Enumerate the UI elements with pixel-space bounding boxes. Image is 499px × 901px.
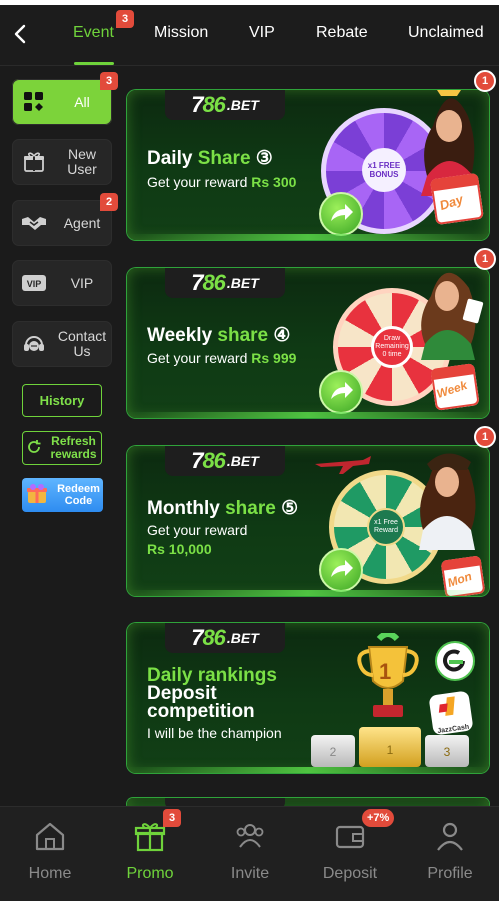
active-tab-indicator <box>74 62 114 65</box>
home-icon <box>35 822 65 851</box>
tab-unclaimed[interactable]: Unclaimed <box>408 24 484 42</box>
vip-card-icon: VIP <box>20 270 48 296</box>
redeem-code-button[interactable]: Redeem Code <box>22 478 103 512</box>
banner-badge: 1 <box>474 426 496 448</box>
sidebar-item-label: Contact Us <box>57 328 107 359</box>
daily-share-banner[interactable]: 786 .BET Daily Share ③ Get your reward Rs… <box>127 90 489 240</box>
nav-label: Home <box>28 865 72 882</box>
nav-promo-badge: 3 <box>163 809 181 827</box>
brand-logo: 786 .BET <box>165 268 285 298</box>
jazzcash-logo: JazzCash <box>428 690 474 736</box>
banner-title: Monthly share ⑤ <box>147 498 299 519</box>
banner-badge: 1 <box>474 70 496 92</box>
banner-badge: 1 <box>474 248 496 270</box>
wheel-center: Draw Remaining 0 time <box>371 326 413 368</box>
brand-logo: 786 .BET <box>165 623 285 653</box>
weekly-share-banner[interactable]: 786 .BET Weekly share ④ Get your reward R… <box>127 268 489 418</box>
user-icon <box>437 822 463 851</box>
bottom-nav-bar: Home Promo 3 Invite Deposit +7% Profile <box>0 806 499 901</box>
brand-logo: 786 .BET <box>165 90 285 120</box>
trophy-rank-label: 1 <box>379 659 392 684</box>
grid-icon <box>20 89 48 115</box>
tab-vip[interactable]: VIP <box>249 24 275 42</box>
back-icon[interactable] <box>10 22 32 46</box>
nav-promo[interactable]: Promo <box>100 807 200 901</box>
brand-logo: 786 .BET <box>165 446 285 476</box>
sidebar-agent-badge: 2 <box>100 193 118 211</box>
nav-label: Profile <box>427 865 473 882</box>
handshake-icon <box>20 210 48 236</box>
banner-title-line3: competition <box>147 701 255 722</box>
calendar-icon: Week <box>430 363 480 411</box>
nav-deposit-badge: +7% <box>362 809 395 827</box>
banner-glow <box>127 767 489 773</box>
nav-invite[interactable]: Invite <box>200 807 300 901</box>
nav-label: Deposit <box>322 865 378 882</box>
sidebar-item-label: New User <box>67 146 97 177</box>
podium-third: 3 <box>425 735 469 767</box>
redeem-gift-icon <box>25 483 49 508</box>
banner-subtitle: Get your reward Rs 999 <box>147 350 297 366</box>
arrow-right-icon <box>331 204 353 221</box>
podium-first: 1 <box>359 727 421 767</box>
podium-second: 2 <box>311 735 355 767</box>
tab-event-badge: 3 <box>116 10 134 28</box>
sidebar-item-label: All <box>74 93 90 110</box>
top-tab-bar: Event 3 Mission VIP Rebate Unclaimed <box>0 0 499 66</box>
wheel-center: x1 Free Reward <box>367 508 405 546</box>
banner-subtitle: I will be the champion <box>147 725 282 741</box>
banner-subtitle: Get your reward Rs 300 <box>147 174 297 190</box>
tab-event[interactable]: Event <box>73 24 114 42</box>
refresh-label: Refresh rewards <box>50 434 97 461</box>
users-icon <box>236 824 264 848</box>
banner-title: Weekly share ④ <box>147 325 291 346</box>
banner-subtitle: Get your reward <box>147 522 248 538</box>
refresh-rewards-button[interactable]: Refresh rewards <box>22 431 102 465</box>
promo-screen: Event 3 Mission VIP Rebate Unclaimed All… <box>0 0 499 901</box>
headset-icon <box>20 331 48 357</box>
sidebar-item-all[interactable]: All <box>12 79 112 125</box>
arrow-right-icon <box>331 560 353 577</box>
banner-amount: Rs 10,000 <box>147 541 212 557</box>
arrow-right-icon <box>331 382 353 399</box>
tab-rebate[interactable]: Rebate <box>316 24 368 42</box>
easypaisa-logo <box>435 641 475 681</box>
claim-arrow-button[interactable] <box>319 370 363 414</box>
sidebar-item-agent[interactable]: Agent <box>12 200 112 246</box>
sidebar-item-label: VIP <box>70 274 94 291</box>
tab-mission[interactable]: Mission <box>154 24 208 42</box>
nav-label: Promo <box>126 865 174 882</box>
wheel-center: x1 FREE BONUS <box>362 148 406 192</box>
refresh-icon <box>26 439 42 458</box>
nav-profile[interactable]: Profile <box>400 807 499 901</box>
claim-arrow-button[interactable] <box>319 192 363 236</box>
banner-title: Daily Share ③ <box>147 148 273 169</box>
sidebar-all-badge: 3 <box>100 72 118 90</box>
monthly-share-banner[interactable]: 786 .BET Monthly share ⑤ Get your reward … <box>127 446 489 596</box>
calendar-icon: Day <box>430 172 484 226</box>
status-strip <box>0 0 499 5</box>
svg-text:VIP: VIP <box>27 279 42 289</box>
banner-glow <box>127 412 489 418</box>
claim-arrow-button[interactable] <box>319 548 363 592</box>
nav-home[interactable]: Home <box>0 807 100 901</box>
sidebar-item-new-user[interactable]: New User <box>12 139 112 185</box>
daily-rankings-banner[interactable]: 786 .BET Daily rankings Deposit competiti… <box>127 623 489 773</box>
gift-icon <box>20 149 48 175</box>
sidebar-item-contact-us[interactable]: Contact Us <box>12 321 112 367</box>
wallet-icon <box>335 825 365 849</box>
history-button[interactable]: History <box>22 384 102 417</box>
hostess-figure <box>409 268 489 360</box>
sidebar-item-label: Agent <box>63 214 101 231</box>
airplane-icon <box>313 452 373 474</box>
gift-icon <box>134 823 166 852</box>
redeem-label: Redeem Code <box>57 483 100 507</box>
banner-glow <box>127 234 489 240</box>
nav-label: Invite <box>230 865 270 882</box>
sidebar-item-vip[interactable]: VIP VIP <box>12 260 112 306</box>
pilot-hostess-figure <box>409 446 489 550</box>
banner-glow <box>127 590 489 596</box>
